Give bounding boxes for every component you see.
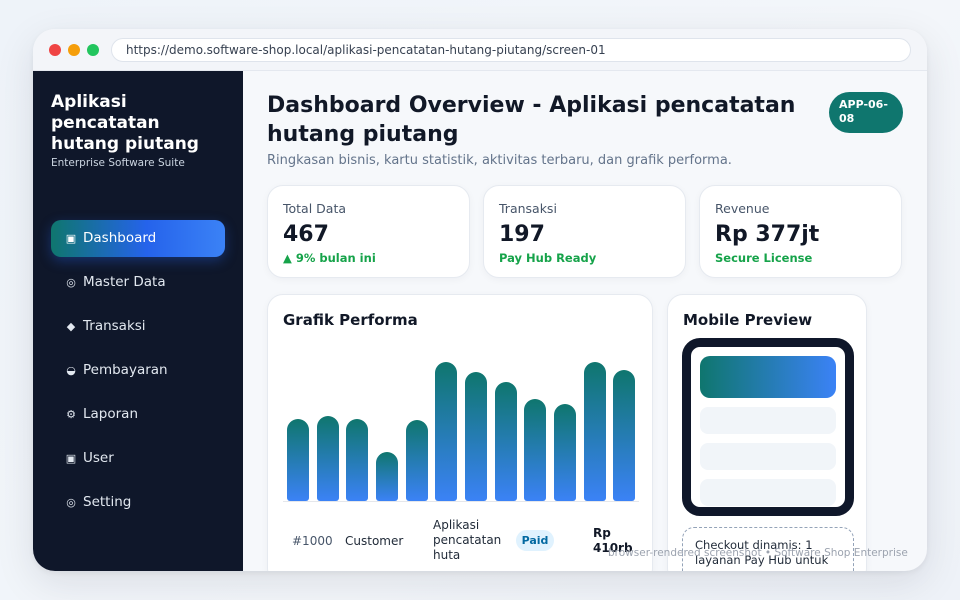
chart-bar-9	[524, 398, 547, 501]
phone-hero-banner	[700, 356, 836, 398]
phone-placeholder-row	[700, 443, 836, 470]
status-badge: Paid	[516, 530, 554, 551]
chart-bar-5	[405, 419, 428, 501]
page-title: Dashboard Overview - Aplikasi pencatatan…	[267, 93, 796, 147]
stat-card-transaksi: Transaksi 197 Pay Hub Ready	[483, 185, 686, 278]
sidebar-item-label: Dashboard	[83, 230, 157, 246]
sidebar-item-master-data[interactable]: ◎ Master Data	[51, 264, 225, 301]
diamond-icon: ◆	[66, 320, 76, 333]
dashboard-icon: ▣	[65, 232, 77, 245]
phone-mockup	[682, 338, 854, 516]
chart-bar-6	[435, 362, 458, 501]
sidebar-item-pembayaran[interactable]: ◒ Pembayaran	[51, 352, 225, 389]
sidebar-item-label: Pembayaran	[83, 362, 168, 378]
mobile-preview-title: Mobile Preview	[683, 311, 813, 329]
app-brand: Aplikasi pencatatan hutang piutang	[51, 92, 199, 154]
browser-titlebar: https://demo.software-shop.local/aplikas…	[33, 29, 927, 71]
chart-bar-3	[346, 418, 369, 501]
stat-card-total-data: Total Data 467 ▲ 9% bulan ini	[267, 185, 470, 278]
row-id: #1000	[292, 534, 333, 548]
stat-value: 197	[499, 222, 545, 247]
chart-bar-10	[553, 403, 576, 501]
watermark: browser-rendered screenshot • Software S…	[608, 547, 908, 559]
chart-title: Grafik Performa	[283, 311, 418, 329]
chart-bar-4	[375, 452, 398, 501]
bar-chart	[283, 351, 639, 501]
sidebar: Aplikasi pencatatan hutang piutang Enter…	[33, 71, 243, 571]
sidebar-item-label: Master Data	[83, 274, 166, 290]
chart-bar-8	[494, 382, 517, 501]
phone-placeholder-row	[700, 479, 836, 506]
stat-label: Total Data	[283, 201, 347, 216]
address-bar[interactable]: https://demo.software-shop.local/aplikas…	[111, 38, 911, 62]
browser-window: https://demo.software-shop.local/aplikas…	[33, 29, 927, 571]
main-content: Dashboard Overview - Aplikasi pencatatan…	[243, 71, 927, 571]
chart-bar-11	[583, 362, 606, 501]
sidebar-item-transaksi[interactable]: ◆ Transaksi	[51, 308, 225, 345]
sidebar-item-label: User	[83, 450, 114, 466]
square-icon: ▣	[65, 452, 77, 465]
stat-value: Rp 377jt	[715, 222, 820, 247]
divider	[283, 501, 639, 502]
app-tagline: Enterprise Software Suite	[51, 157, 185, 169]
row-product: Aplikasi pencatatan huta	[433, 518, 502, 562]
stat-label: Transaksi	[499, 201, 557, 216]
half-circle-icon: ◒	[66, 364, 76, 377]
sidebar-item-label: Transaksi	[83, 318, 146, 334]
sidebar-item-label: Laporan	[83, 406, 139, 422]
gear-icon: ⚙	[66, 408, 76, 421]
app-id-badge: APP-06-08	[829, 92, 903, 133]
phone-placeholder-row	[700, 407, 836, 434]
close-window-button[interactable]	[49, 44, 61, 56]
chart-bar-1	[286, 418, 309, 501]
sidebar-item-laporan[interactable]: ⚙ Laporan	[51, 396, 225, 433]
target-icon: ◎	[66, 496, 76, 509]
mobile-preview-card: Mobile Preview Checkout dinamis: 1 layan…	[667, 294, 867, 571]
sidebar-item-setting[interactable]: ◎ Setting	[51, 484, 225, 521]
chart-bar-2	[316, 416, 339, 501]
stat-value: 467	[283, 222, 329, 247]
stat-note: Secure License	[715, 251, 813, 265]
stat-note: Pay Hub Ready	[499, 251, 597, 265]
chart-bar-12	[613, 369, 636, 501]
sidebar-item-dashboard[interactable]: ▣ Dashboard	[51, 220, 225, 257]
stat-trend: ▲ 9% bulan ini	[283, 251, 376, 265]
row-customer: Customer	[345, 534, 404, 548]
stat-label: Revenue	[715, 201, 770, 216]
minimize-window-button[interactable]	[68, 44, 80, 56]
sidebar-item-user[interactable]: ▣ User	[51, 440, 225, 477]
performance-chart-card: Grafik Performa #1000 Customer Aplikasi …	[267, 294, 653, 571]
sidebar-item-label: Setting	[83, 494, 132, 510]
target-icon: ◎	[66, 276, 76, 289]
chart-bar-7	[464, 372, 487, 501]
maximize-window-button[interactable]	[87, 44, 99, 56]
stat-card-revenue: Revenue Rp 377jt Secure License	[699, 185, 902, 278]
page-subtitle: Ringkasan bisnis, kartu statistik, aktiv…	[267, 153, 732, 168]
